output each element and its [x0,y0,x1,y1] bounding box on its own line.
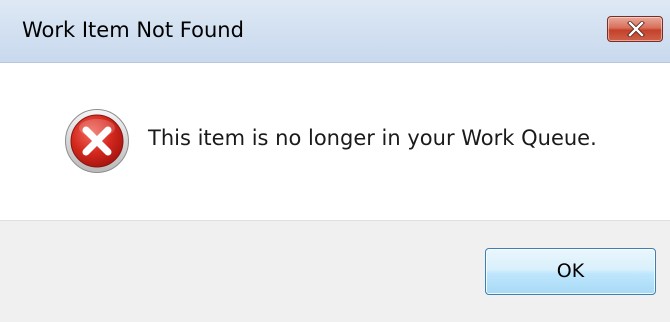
message-area: This item is no longer in your Work Queu… [0,63,670,220]
message-text: This item is no longer in your Work Queu… [148,126,597,150]
error-icon [65,109,129,173]
button-bar: OK [0,220,670,322]
ok-button[interactable]: OK [485,248,656,295]
dialog-window: Work Item Not Found This item is no long… [0,0,670,322]
window-title: Work Item Not Found [22,18,244,42]
title-bar[interactable]: Work Item Not Found [0,0,670,63]
close-button[interactable] [607,16,663,42]
close-icon [627,21,645,37]
